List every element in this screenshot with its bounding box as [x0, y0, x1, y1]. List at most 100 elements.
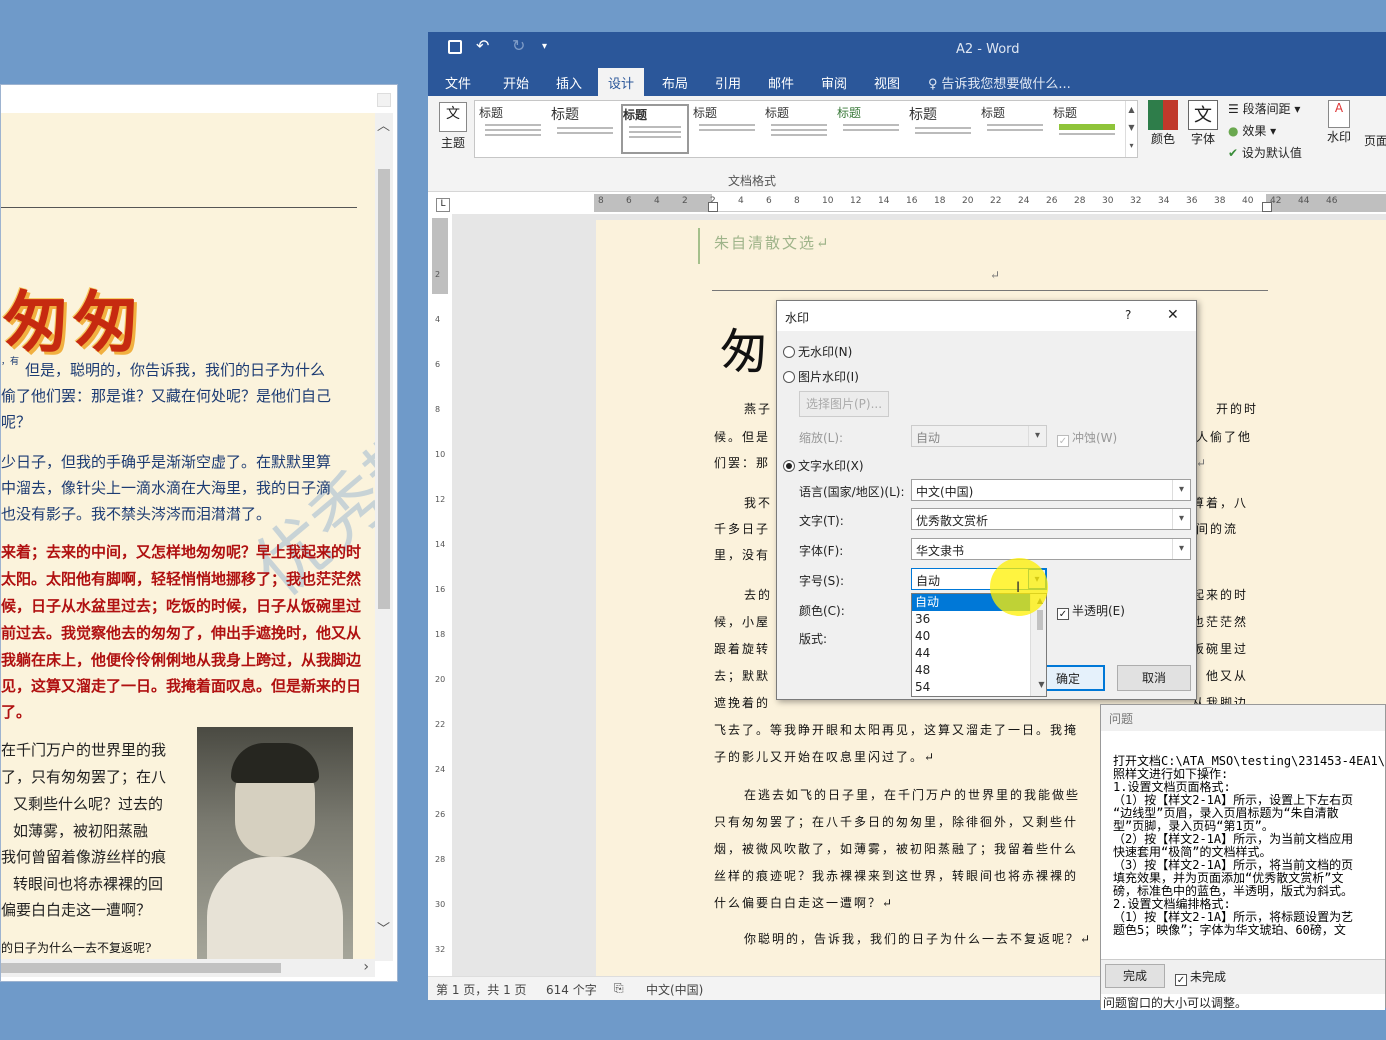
gallery-scroll[interactable]: ▲ ▼ ▾	[1125, 101, 1137, 157]
text-watermark-label: 文字水印(X)	[798, 459, 864, 473]
tab-insert[interactable]: 插入	[556, 73, 582, 92]
status-words[interactable]: 614 个字	[546, 981, 597, 998]
scroll-down-icon[interactable]: ﹀	[377, 918, 390, 937]
washout-checkbox[interactable]: ✓ 冲蚀(W)	[1057, 429, 1117, 447]
p3-line-3: 前过去。我觉察他去的匆匆了，伸出手遮挽时，他又从	[1, 624, 362, 642]
paragraph-mark: ↵	[990, 268, 1003, 282]
doc-line: 子的影儿又开始在叹息里闪过了。↵	[714, 750, 937, 764]
window-title: A2 - Word	[956, 42, 1020, 57]
incomplete-checkbox[interactable]: ✓ 未完成	[1175, 968, 1226, 986]
ruler-number: 34	[1158, 196, 1170, 206]
style-gallery[interactable]: 标题 标题 标题 标题 标题 标题 标题 标题 标题 ▲ ▼ ▾	[474, 100, 1138, 158]
chevron-down-icon: ▾	[1172, 539, 1190, 559]
size-option[interactable]: 48	[912, 662, 1046, 679]
gallery-item[interactable]: 标题	[909, 104, 977, 154]
p2-line-1: 中溜去，像针尖上一滴水滴在大海里，我的日子滴	[1, 479, 332, 497]
help-button[interactable]: ?	[1125, 308, 1131, 322]
gallery-item[interactable]: 标题	[693, 104, 761, 154]
gallery-item-selected[interactable]: 标题	[621, 104, 689, 154]
watermark-button[interactable]: A 水印	[1324, 100, 1354, 145]
p4-line-1: 了，只有匆匆罢了；在八	[1, 768, 167, 786]
tab-mailings[interactable]: 邮件	[768, 73, 794, 92]
language-label: 语言(国家/地区)(L):	[799, 485, 905, 499]
page-color-button[interactable]: 页面	[1364, 132, 1386, 149]
status-page[interactable]: 第 1 页，共 1 页	[436, 981, 527, 998]
themes-icon: 文	[439, 102, 467, 132]
doc-line: 飞去了。等我睁开眼和太阳再见，这算又溜走了一日。我掩	[714, 723, 1079, 737]
cancel-button[interactable]: 取消	[1117, 665, 1191, 691]
effects-icon: ●	[1228, 124, 1239, 138]
semitransparent-checkbox[interactable]: ✓ 半透明(E)	[1057, 602, 1125, 620]
done-button[interactable]: 完成	[1105, 964, 1165, 988]
ruler-number: 40	[1242, 196, 1254, 206]
undo-icon[interactable]: ↶	[476, 36, 489, 55]
tab-review[interactable]: 审阅	[821, 73, 847, 92]
indent-marker[interactable]	[708, 202, 718, 212]
layout-label: 版式:	[799, 632, 828, 646]
tab-home[interactable]: 开始	[503, 73, 529, 92]
vertical-scrollbar[interactable]: ︿ ﹀	[375, 113, 393, 961]
close-button[interactable]: ✕	[1167, 307, 1179, 323]
paragraph-spacing-button[interactable]: ☰ 段落间距 ▾	[1228, 100, 1300, 117]
tab-layout[interactable]: 布局	[662, 73, 688, 92]
incomplete-label: 未完成	[1190, 970, 1227, 984]
vruler-number: 10	[435, 450, 446, 459]
size-option[interactable]: 40	[912, 628, 1046, 645]
scroll-up-icon[interactable]: ︿	[377, 115, 390, 134]
tab-file[interactable]: 文件	[445, 73, 471, 92]
scale-value: 自动	[916, 431, 941, 445]
tab-design[interactable]: 设计	[598, 68, 645, 99]
vruler-number: 20	[435, 675, 446, 684]
text-watermark-radio[interactable]: 文字水印(X)	[783, 457, 864, 474]
group-label-document-format: 文档格式	[728, 174, 777, 188]
no-watermark-radio[interactable]: 无水印(N)	[783, 343, 852, 360]
doc-line-fragment: 算着，八	[1192, 496, 1249, 510]
checkmark-icon: ✔	[1228, 146, 1239, 160]
vruler-number: 2	[435, 270, 441, 279]
redo-icon[interactable]: ↻	[512, 36, 525, 55]
fonts-button[interactable]: 文 字体	[1186, 100, 1220, 147]
vruler-number: 12	[435, 495, 446, 504]
gallery-item[interactable]: 标题	[1053, 104, 1121, 154]
doc-line-fragment: 开的时	[1216, 402, 1259, 416]
tab-selector[interactable]: L	[436, 198, 450, 212]
tab-view[interactable]: 视图	[874, 73, 900, 92]
set-default-button[interactable]: ✔ 设为默认值	[1228, 144, 1302, 161]
p1-line-2: 偷了他们罢：那是谁？又藏在何处呢？是他们自己	[1, 387, 332, 405]
title-bar: ↶ ↻ ▾ A2 - Word	[428, 32, 1386, 66]
size-option[interactable]: 54	[912, 679, 1046, 696]
p1-line-3: 呢？	[1, 413, 32, 431]
horizontal-scrollbar[interactable]: ›	[1, 959, 375, 977]
choose-picture-button[interactable]: 选择图片(P)...	[799, 391, 889, 417]
gallery-item[interactable]: 标题	[981, 104, 1049, 154]
customize-qat-icon[interactable]: ▾	[542, 41, 547, 52]
right-indent-marker[interactable]	[1262, 202, 1272, 212]
vruler-number: 4	[435, 315, 441, 324]
language-select[interactable]: 中文(中国) ▾	[911, 479, 1191, 501]
scroll-right-icon[interactable]: ›	[363, 959, 369, 975]
tell-me-search[interactable]: ♀ 告诉我您想要做什么...	[928, 73, 1071, 92]
gallery-item[interactable]: 标题	[551, 104, 619, 154]
gallery-item[interactable]: 标题	[765, 104, 833, 154]
doc-line: 烟，被微风吹散了，如薄雾，被初阳蒸融了；我留着些什么	[714, 842, 1079, 856]
horizontal-ruler[interactable]: 8 6 4 2 2 4 6 8 10 12 14 16 18 20 22 24 26 28 30 32 34 36 38 40…	[594, 194, 1386, 212]
p2-line-0: 少日子，但我的手确乎是渐渐空虚了。在默默里算	[1, 453, 332, 471]
font-select[interactable]: 华文隶书 ▾	[911, 538, 1191, 560]
scale-select[interactable]: 自动 ▾	[911, 425, 1047, 447]
size-option[interactable]: 44	[912, 645, 1046, 662]
proofing-icon[interactable]: ⎘	[614, 981, 624, 996]
close-icon[interactable]	[377, 93, 391, 107]
color-label: 颜色(C):	[799, 604, 845, 618]
gallery-item[interactable]: 标题	[479, 104, 547, 154]
themes-button[interactable]: 文 主题	[436, 100, 470, 158]
effects-button[interactable]: ● 效果 ▾	[1228, 122, 1276, 139]
picture-watermark-radio[interactable]: 图片水印(I)	[783, 368, 859, 385]
text-select[interactable]: 优秀散文赏析 ▾	[911, 508, 1191, 530]
colors-button[interactable]: 颜色	[1146, 100, 1180, 147]
question-line: 题色5；映像”；字体为华文琥珀、60磅，文	[1113, 923, 1346, 937]
save-icon[interactable]	[448, 40, 462, 54]
tab-references[interactable]: 引用	[715, 73, 741, 92]
gallery-item[interactable]: 标题	[837, 104, 905, 154]
doc-line-fragment: 起来的时	[1192, 588, 1249, 602]
status-language[interactable]: 中文(中国)	[646, 981, 703, 998]
